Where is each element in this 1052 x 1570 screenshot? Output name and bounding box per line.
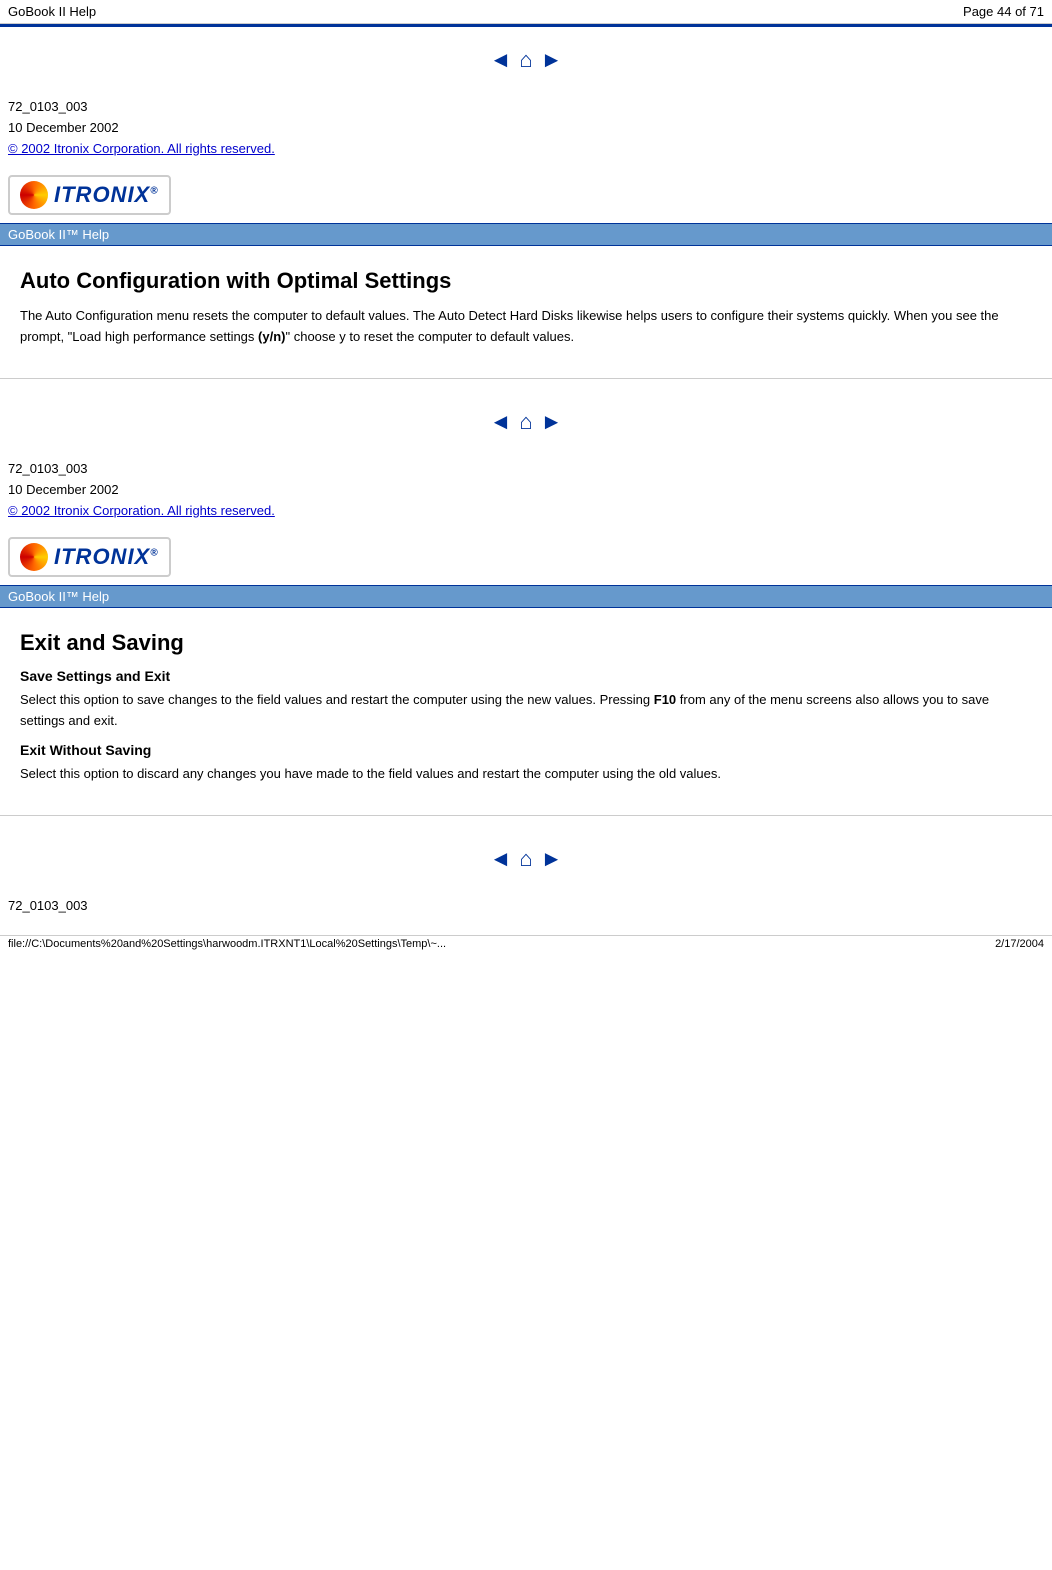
doc-date-1: 10 December 2002 <box>8 118 1044 139</box>
exit-saving-title: Exit and Saving <box>20 630 1032 656</box>
nav-arrows-1-top: ◄ ⌂ ► <box>0 47 1052 73</box>
footer-info-1: 72_0103_003 10 December 2002 © 2002 Itro… <box>0 93 1052 167</box>
logo-spinner-2 <box>20 543 48 571</box>
auto-config-body: The Auto Configuration menu resets the c… <box>20 306 1032 348</box>
page-indicator: Page 44 of 71 <box>963 4 1044 19</box>
prev-arrow-2-top[interactable]: ◄ <box>490 409 512 435</box>
doc-id-2: 72_0103_003 <box>8 459 1044 480</box>
section-header-bar-1: GoBook II™ Help <box>0 223 1052 246</box>
section-header-bar-2: GoBook II™ Help <box>0 585 1052 608</box>
nav-section-3: ◄ ⌂ ► <box>0 826 1052 892</box>
logo-spinner-1 <box>20 181 48 209</box>
main-content-auto-config: Auto Configuration with Optimal Settings… <box>0 246 1052 368</box>
top-bar: GoBook II Help Page 44 of 71 <box>0 0 1052 24</box>
home-icon-1-top[interactable]: ⌂ <box>519 47 532 73</box>
doc-id-1: 72_0103_003 <box>8 97 1044 118</box>
prev-arrow-3[interactable]: ◄ <box>490 846 512 872</box>
logo-text-1: ITRONIX® <box>54 182 159 208</box>
f10-bold: F10 <box>654 692 676 707</box>
next-arrow-2-top[interactable]: ► <box>541 409 563 435</box>
logo-section-2: ITRONIX® <box>0 529 1052 585</box>
auto-config-bold: (y/n) <box>258 329 285 344</box>
nav-section-2-top: ◄ ⌂ ► <box>0 389 1052 455</box>
logo-box-1: ITRONIX® <box>8 175 171 215</box>
home-icon-3[interactable]: ⌂ <box>519 846 532 872</box>
app-title: GoBook II Help <box>8 4 96 19</box>
next-arrow-3[interactable]: ► <box>541 846 563 872</box>
divider-1 <box>0 378 1052 379</box>
status-bar: file://C:\Documents%20and%20Settings\har… <box>0 935 1052 952</box>
prev-arrow-1-top[interactable]: ◄ <box>490 47 512 73</box>
doc-id-3: 72_0103_003 <box>8 896 1044 917</box>
save-exit-subtitle: Save Settings and Exit <box>20 668 1032 684</box>
main-content-exit-saving: Exit and Saving Save Settings and Exit S… <box>0 608 1052 804</box>
next-arrow-1-top[interactable]: ► <box>541 47 563 73</box>
logo-box-2: ITRONIX® <box>8 537 171 577</box>
section-header-label-1: GoBook II™ Help <box>8 227 109 242</box>
nav-arrows-3: ◄ ⌂ ► <box>0 846 1052 872</box>
home-icon-2-top[interactable]: ⌂ <box>519 409 532 435</box>
footer-info-2: 72_0103_003 10 December 2002 © 2002 Itro… <box>0 455 1052 529</box>
divider-2 <box>0 815 1052 816</box>
copyright-link-1[interactable]: © 2002 Itronix Corporation. All rights r… <box>8 141 275 156</box>
logo-text-2: ITRONIX® <box>54 544 159 570</box>
save-exit-body: Select this option to save changes to th… <box>20 690 1032 732</box>
status-date: 2/17/2004 <box>995 938 1044 950</box>
auto-config-title: Auto Configuration with Optimal Settings <box>20 268 1032 294</box>
footer-info-3: 72_0103_003 <box>0 892 1052 925</box>
doc-date-2: 10 December 2002 <box>8 480 1044 501</box>
nav-section-1-top: ◄ ⌂ ► <box>0 27 1052 93</box>
status-path: file://C:\Documents%20and%20Settings\har… <box>8 938 446 950</box>
section-header-label-2: GoBook II™ Help <box>8 589 109 604</box>
copyright-link-2[interactable]: © 2002 Itronix Corporation. All rights r… <box>8 503 275 518</box>
exit-no-save-body: Select this option to discard any change… <box>20 764 1032 785</box>
logo-section-1: ITRONIX® <box>0 167 1052 223</box>
nav-arrows-2-top: ◄ ⌂ ► <box>0 409 1052 435</box>
exit-no-save-subtitle: Exit Without Saving <box>20 742 1032 758</box>
